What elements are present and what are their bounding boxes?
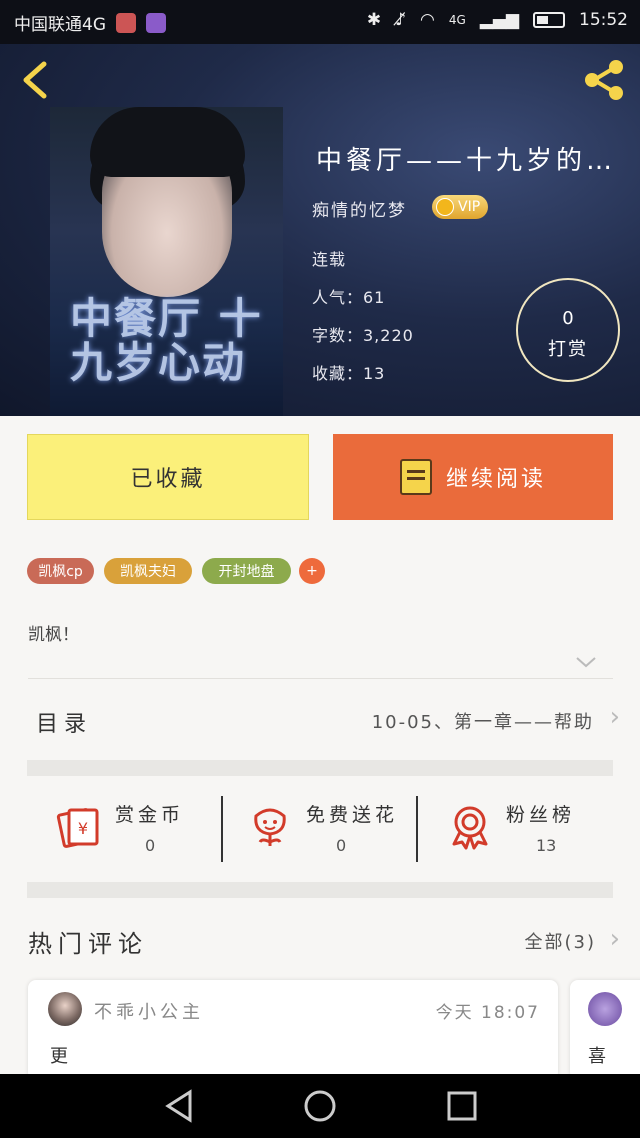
share-icon [585,60,623,100]
latest-chapter: 10-05、第一章——帮助 [371,712,594,733]
fan-ranking-button[interactable]: 粉丝榜 13 [418,790,613,866]
battery-icon [533,12,565,28]
status-bar: 中国联通4G ✱ ♪̸ ◠ 4G ▂▄▆ 15:52 [0,0,640,44]
coin-envelope-icon: ¥ [56,808,99,848]
comment-card[interactable]: 喜 [570,980,640,1080]
all-comments-link[interactable]: 全部(3) [525,928,597,954]
author-name[interactable]: 痴情的忆梦 [312,196,407,221]
gallery-app-icon [146,12,166,33]
book-cover[interactable]: 中餐厅 十九岁心动 [50,107,283,416]
coin-reward-button[interactable]: ¥ 赏金币 0 [27,790,222,866]
nav-home-button[interactable] [300,1086,340,1126]
popularity: 人气：61 [312,288,386,307]
avatar[interactable] [588,992,622,1026]
crown-icon [436,198,454,216]
wifi-icon: ◠ [419,10,435,30]
section-divider [27,760,613,776]
section-divider [27,882,613,898]
triangle-back-icon [165,1089,192,1123]
book-title: 中餐厅——十九岁的… [316,146,617,176]
add-tag-button[interactable]: + [299,558,325,584]
bluetooth-icon: ✱ [366,10,382,30]
tag-2[interactable]: 凯枫夫妇 [104,558,192,584]
vip-badge: VIP [432,195,489,219]
network-label: 4G [448,13,466,27]
catalog-label: 目录 [36,712,93,737]
collected-button[interactable]: 已收藏 [27,434,309,520]
reward-count: 0 [562,308,574,329]
clock: 15:52 [579,10,628,30]
tag-1[interactable]: 凯枫cp [27,558,94,584]
chevron-right-icon: › [609,702,620,732]
comment-text: 更 [50,1046,68,1067]
back-button[interactable] [16,58,56,99]
share-button[interactable] [580,56,628,104]
continue-reading-button[interactable]: 继续阅读 [333,434,613,520]
square-recents-icon [447,1091,477,1121]
chevron-right-icon: › [609,924,620,954]
book-summary: 凯枫！ [28,625,79,645]
carrier-label: 中国联通4G [14,15,106,35]
mute-icon: ♪̸ [395,10,406,30]
nav-back-button[interactable] [160,1086,200,1126]
comment-time: 今天 18:07 [435,1003,540,1023]
hot-comments-title: 热门评论 [28,930,148,958]
comment-user[interactable]: 不乖小公主 [94,998,204,1024]
flower-icon [254,808,286,846]
tag-3[interactable]: 开封地盘 [202,558,291,584]
reward-label: 打赏 [548,339,588,360]
reward-button[interactable]: 0 打赏 [516,278,620,382]
comment-card[interactable]: 不乖小公主 今天 18:07 更 [28,980,558,1080]
catalog-row[interactable]: 目录 10-05、第一章——帮助 › [0,680,640,760]
send-flower-button[interactable]: 免费送花 0 [218,790,413,866]
book-icon [399,459,432,495]
comment-text: 喜 [588,1046,606,1067]
chevron-left-icon [23,61,47,99]
favorites-count: 收藏：13 [312,364,386,383]
divider [28,678,613,679]
chevron-down-icon [576,657,596,668]
circle-home-icon [304,1090,336,1122]
expand-summary-button[interactable] [574,652,598,672]
avatar[interactable] [48,992,82,1026]
svg-text:¥: ¥ [78,819,88,838]
serial-status: 连载 [312,250,347,269]
badge-icon [452,806,488,850]
cover-title-art: 中餐厅 十九岁心动 [70,294,263,387]
word-count: 字数：3,220 [312,326,414,345]
signal-icon: ▂▄▆ [479,10,519,30]
nav-recents-button[interactable] [442,1086,482,1126]
notification-app-icon [116,12,136,33]
